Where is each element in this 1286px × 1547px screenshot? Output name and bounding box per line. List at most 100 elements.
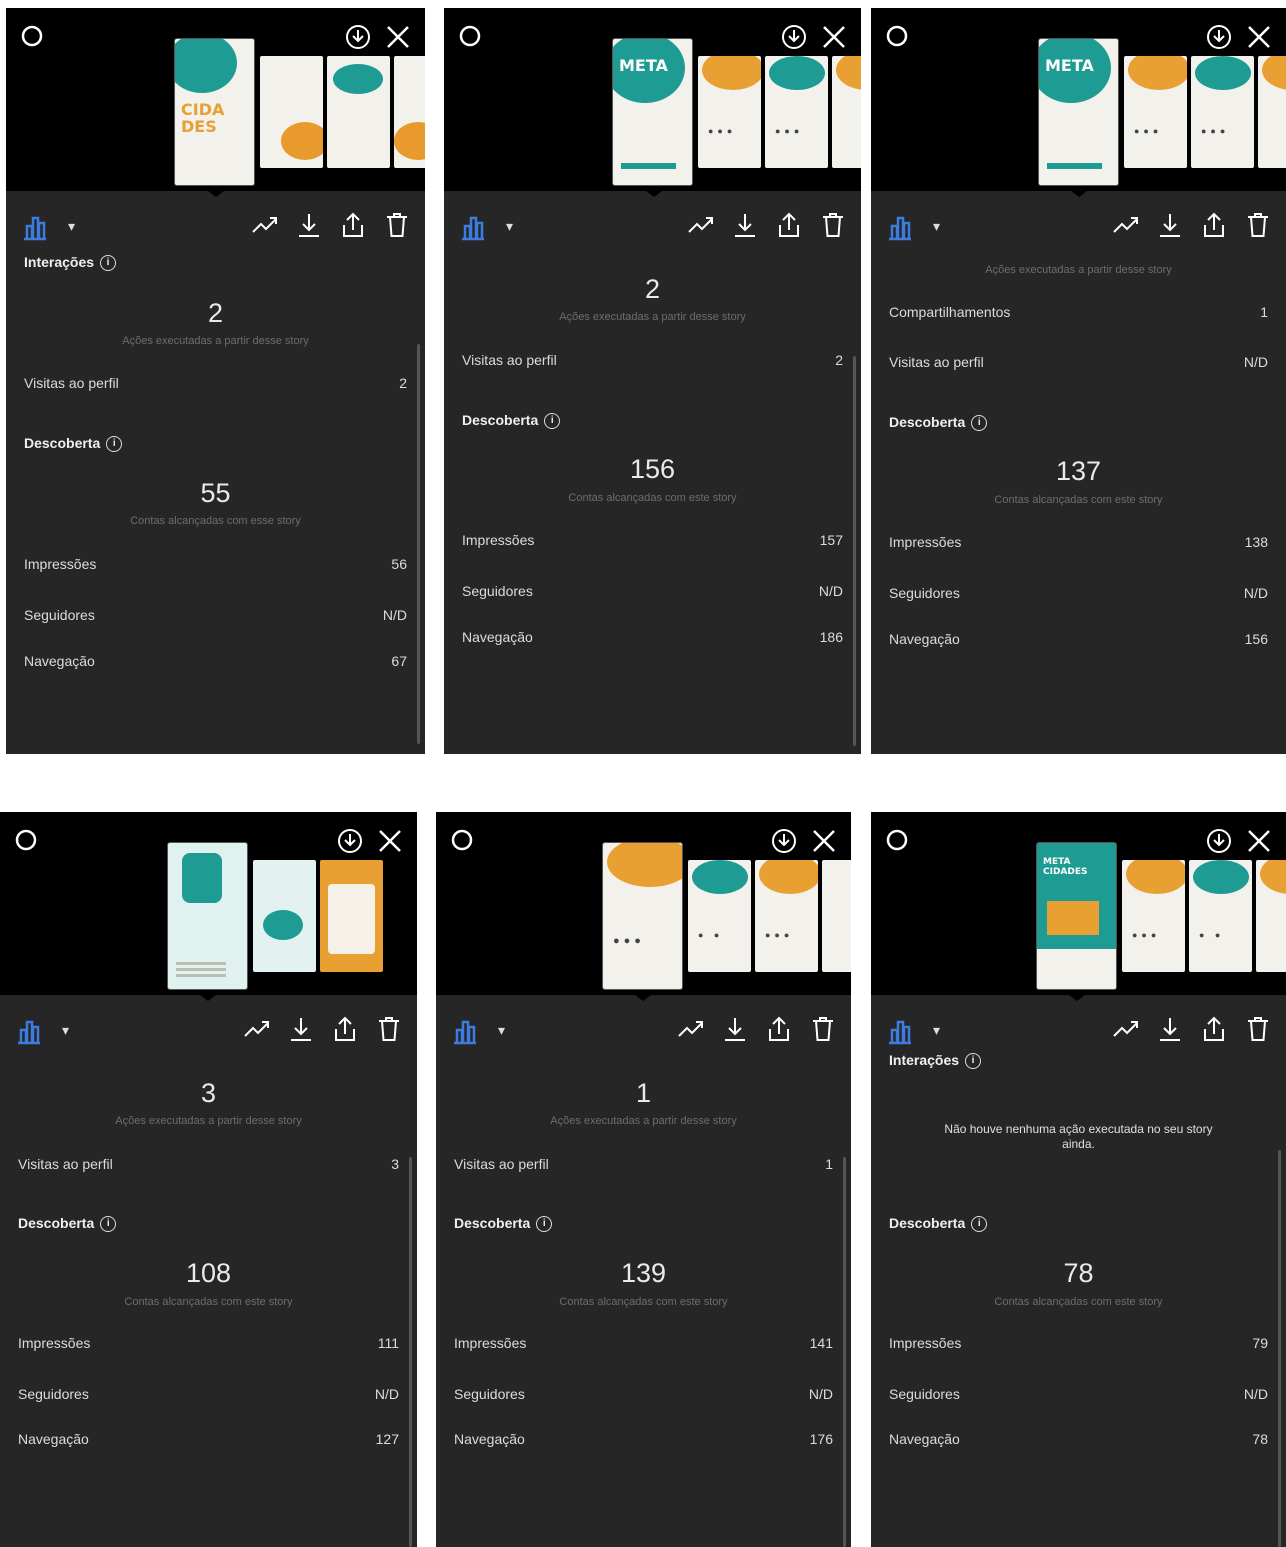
trash-icon[interactable] <box>809 1014 837 1044</box>
story-thumbnail[interactable] <box>320 860 383 972</box>
discovery-heading: Descoberta i <box>24 435 123 453</box>
chevron-down-icon[interactable]: ▾ <box>933 1022 940 1039</box>
scrollbar[interactable] <box>1278 1150 1281 1547</box>
close-icon[interactable] <box>809 826 839 856</box>
story-thumbnail[interactable] <box>394 56 425 168</box>
story-thumbnail[interactable]: ●●● <box>755 860 818 972</box>
trash-icon[interactable] <box>1244 1014 1272 1044</box>
story-thumbnail-active[interactable]: META <box>613 39 692 185</box>
share-icon[interactable] <box>339 210 367 240</box>
share-icon[interactable] <box>331 1014 359 1044</box>
story-thumbnail-active[interactable]: CIDA DES <box>175 39 254 185</box>
thumb-shape <box>281 122 323 160</box>
gear-icon[interactable] <box>14 828 38 852</box>
trash-icon[interactable] <box>383 210 411 240</box>
bar-chart-icon[interactable] <box>885 1016 915 1046</box>
download-circle-icon[interactable] <box>779 22 809 52</box>
download-circle-icon[interactable] <box>1204 826 1234 856</box>
gear-icon[interactable] <box>20 24 44 48</box>
story-thumbnail-active[interactable]: META <box>1039 39 1118 185</box>
gear-icon[interactable] <box>885 24 909 48</box>
share-icon[interactable] <box>765 1014 793 1044</box>
info-icon[interactable]: i <box>971 415 988 432</box>
download-icon[interactable] <box>1156 210 1184 240</box>
download-circle-icon[interactable] <box>343 22 373 52</box>
download-icon[interactable] <box>287 1014 315 1044</box>
trend-icon[interactable] <box>687 210 715 240</box>
bar-chart-icon[interactable] <box>458 212 488 242</box>
info-icon[interactable]: i <box>106 436 123 453</box>
trend-icon[interactable] <box>1112 1014 1140 1044</box>
download-icon[interactable] <box>295 210 323 240</box>
trash-icon[interactable] <box>1244 210 1272 240</box>
close-icon[interactable] <box>1244 22 1274 52</box>
gear-icon[interactable] <box>458 24 482 48</box>
story-thumbnail[interactable]: ● ● <box>1189 860 1252 972</box>
story-thumbnail-active[interactable]: ●●● <box>603 843 682 989</box>
story-thumbnail[interactable] <box>1256 860 1286 972</box>
trend-icon[interactable] <box>251 210 279 240</box>
story-thumbnail-active[interactable]: META CIDADES <box>1037 843 1116 989</box>
bar-chart-icon[interactable] <box>14 1016 44 1046</box>
bar-chart-icon[interactable] <box>450 1016 480 1046</box>
bar-chart-icon[interactable] <box>20 212 50 242</box>
scrollbar[interactable] <box>853 356 856 746</box>
thumb-shape <box>1262 56 1286 90</box>
info-icon[interactable]: i <box>544 413 561 430</box>
trend-icon[interactable] <box>243 1014 271 1044</box>
close-icon[interactable] <box>383 22 413 52</box>
followers-row: Seguidores N/D <box>24 607 407 623</box>
chevron-down-icon[interactable]: ▾ <box>62 1022 69 1039</box>
story-thumbnail[interactable]: ●●● <box>698 56 761 168</box>
info-icon[interactable]: i <box>536 1216 553 1233</box>
download-circle-icon[interactable] <box>1204 22 1234 52</box>
chevron-down-icon[interactable]: ▾ <box>68 218 75 235</box>
info-icon[interactable]: i <box>965 1053 982 1070</box>
bar-chart-icon[interactable] <box>885 212 915 242</box>
gear-icon[interactable] <box>885 828 909 852</box>
download-circle-icon[interactable] <box>335 826 365 856</box>
story-thumbnail[interactable]: ●●● <box>765 56 828 168</box>
chevron-down-icon[interactable]: ▾ <box>506 218 513 235</box>
trend-icon[interactable] <box>677 1014 705 1044</box>
share-icon[interactable] <box>1200 1014 1228 1044</box>
story-thumbnail[interactable] <box>822 860 851 972</box>
scrollbar[interactable] <box>409 1157 412 1547</box>
profile-visits-label: Visitas ao perfil <box>18 1156 113 1172</box>
action-icons <box>677 1014 837 1044</box>
scrollbar[interactable] <box>417 344 420 744</box>
info-icon[interactable]: i <box>971 1216 988 1233</box>
navigation-value: 67 <box>391 653 407 669</box>
thumb-title: META <box>619 56 668 75</box>
close-icon[interactable] <box>819 22 849 52</box>
info-icon[interactable]: i <box>100 255 117 272</box>
story-thumbnail[interactable]: ● ● <box>688 860 751 972</box>
share-icon[interactable] <box>1200 210 1228 240</box>
close-icon[interactable] <box>1244 826 1274 856</box>
chevron-down-icon[interactable]: ▾ <box>498 1022 505 1039</box>
trend-icon[interactable] <box>1112 210 1140 240</box>
story-thumbnail[interactable] <box>832 56 861 168</box>
story-thumbnail[interactable]: ●●● <box>1124 56 1187 168</box>
story-thumbnail[interactable]: ●●● <box>1122 860 1185 972</box>
share-icon[interactable] <box>775 210 803 240</box>
story-thumbnail[interactable] <box>253 860 316 972</box>
scrollbar[interactable] <box>843 1157 846 1547</box>
trash-icon[interactable] <box>375 1014 403 1044</box>
download-icon[interactable] <box>721 1014 749 1044</box>
download-icon[interactable] <box>731 210 759 240</box>
gear-icon[interactable] <box>450 828 474 852</box>
download-icon[interactable] <box>1156 1014 1184 1044</box>
chevron-down-icon[interactable]: ▾ <box>933 218 940 235</box>
story-thumbnail[interactable]: ●●● <box>1191 56 1254 168</box>
story-thumbnail[interactable] <box>260 56 323 168</box>
story-thumbnail-active[interactable] <box>168 843 247 989</box>
story-thumbnail[interactable] <box>1258 56 1286 168</box>
download-circle-icon[interactable] <box>769 826 799 856</box>
trash-icon[interactable] <box>819 210 847 240</box>
info-icon[interactable]: i <box>100 1216 117 1233</box>
thumb-shape <box>759 860 818 894</box>
story-thumbnail[interactable] <box>327 56 390 168</box>
close-icon[interactable] <box>375 826 405 856</box>
profile-visits-value: 3 <box>391 1156 399 1172</box>
